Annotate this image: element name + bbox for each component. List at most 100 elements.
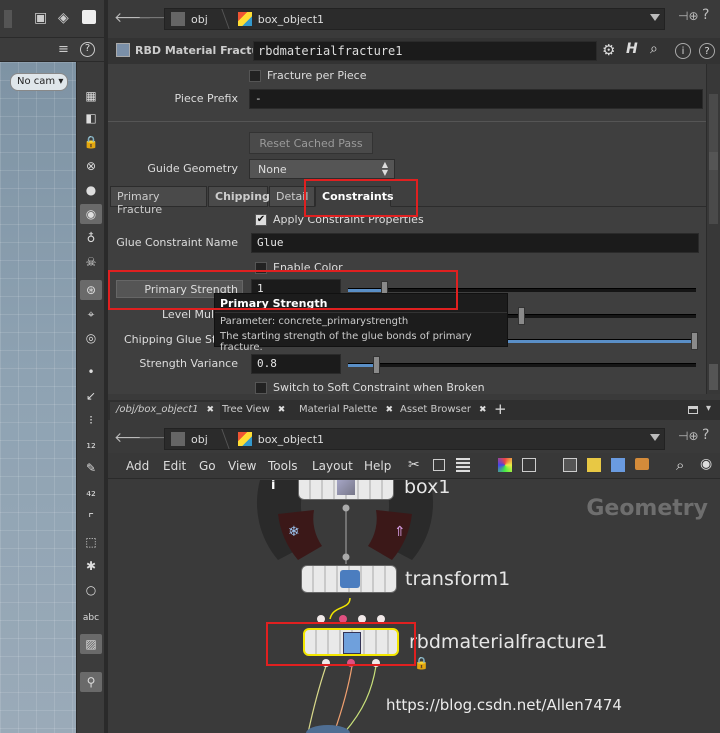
xray-icon[interactable]: ⊗ [80,156,102,176]
light-icon[interactable]: ◉ [80,204,102,224]
menu-tools[interactable]: Tools [268,459,298,473]
strength-variance-field[interactable]: 0.8 [251,354,341,374]
tab-primary-fracture[interactable]: Primary Fracture [110,186,207,216]
vector-icon[interactable]: ✱ [80,556,102,576]
menu-help[interactable]: Help [364,459,391,473]
number-icon[interactable]: ₁₂ [80,434,102,454]
text-icon[interactable]: abc [80,608,102,628]
snap-icon[interactable]: ⌖ [80,304,102,324]
point-icon[interactable]: ⁝ [80,410,102,430]
brush-icon[interactable]: ✎ [80,458,102,478]
search-icon[interactable]: ⌕ [650,41,658,57]
table-icon[interactable] [522,458,536,472]
menu-layout[interactable]: Layout [312,459,353,473]
bbox-icon[interactable]: ⬚ [80,532,102,552]
help-h-icon[interactable]: H [626,41,638,57]
menu-icon[interactable]: ≡ [58,42,69,57]
image-icon[interactable]: ▨ [80,634,102,654]
node-type-icon [116,43,130,57]
ghost-icon[interactable]: ◧ [80,108,102,128]
node-box1[interactable] [298,480,394,500]
node-label-transform1[interactable]: transform1 [405,568,510,590]
info-icon[interactable]: i [675,43,691,59]
help-icon[interactable]: ? [702,427,709,443]
network-path-bar[interactable]: obj box_object1 [164,428,665,450]
camera-icon[interactable]: ⊛ [80,280,102,300]
viewport-toolbar: ▣ ◈ [0,0,108,38]
tools-icon[interactable]: ✂ [408,457,420,473]
list-icon[interactable] [456,458,470,472]
reset-cached-pass-button[interactable]: Reset Cached Pass [249,132,373,154]
sticky-note-icon[interactable] [587,458,601,472]
tab-chipping[interactable]: Chipping [208,186,270,207]
pin-icon[interactable]: ⚲ [80,672,102,692]
shading-icon[interactable]: ● [80,180,102,200]
bypass-icon[interactable]: ⇑ [394,524,406,540]
apply-constraint-checkbox[interactable]: ✔ [255,214,267,226]
tab-network[interactable]: /obj/box_object1 ✖ [110,402,221,420]
info-icon[interactable]: i [271,480,275,493]
freeze-icon[interactable]: ❄ [288,524,300,540]
param-scrollbar[interactable] [706,64,720,394]
normal-icon[interactable]: ↙ [80,386,102,406]
chevron-down-icon[interactable] [650,434,660,441]
add-tab-icon[interactable]: + [494,400,507,418]
uv-icon[interactable]: ⌜ [80,508,102,528]
wire-icon[interactable]: ◎ [80,328,102,348]
menu-add[interactable]: Add [126,459,149,473]
help-icon[interactable]: ? [80,42,95,57]
pin-icon[interactable]: ⊣⊕ [678,429,699,443]
pin-icon[interactable]: ⊣⊕ [678,9,699,23]
gear-icon[interactable]: ⚙ [602,41,615,59]
fracture-per-piece-checkbox[interactable] [249,70,261,82]
chipping-glue-slider[interactable] [508,332,698,350]
glue-name-field[interactable]: Glue [251,233,699,253]
prim-number-icon[interactable]: ₄₂ [80,482,102,502]
skull-icon[interactable]: ☠ [80,252,102,272]
menu-view[interactable]: View [228,459,256,473]
node-name-field[interactable]: rbdmaterialfracture1 [253,41,597,61]
guide-geometry-select[interactable]: None ▲ ▼ [249,159,395,179]
node-label-box1[interactable]: box1 [404,480,450,498]
circle-icon[interactable]: ○ [80,580,102,600]
lock-icon[interactable]: 🔒 [414,656,429,670]
chevron-down-icon[interactable] [650,14,660,21]
display-icon[interactable]: ▦ [80,86,102,106]
viewport[interactable]: No cam ▾ [0,62,76,733]
tab-tree-view[interactable]: Tree View ✖ [216,402,291,420]
network-box-icon[interactable] [563,458,577,472]
eye-icon[interactable]: ◉ [700,456,712,472]
tab-asset-browser[interactable]: Asset Browser ✖ [394,402,493,420]
soft-constraint-checkbox[interactable] [255,382,267,394]
pane-menu-icon[interactable]: ▾ [706,403,711,414]
camera-dropdown[interactable]: No cam ▾ [10,73,68,91]
tab-material-palette[interactable]: Material Palette ✖ [293,402,399,420]
level-mult-slider[interactable] [508,307,696,325]
search-icon[interactable]: ⌕ [676,456,684,474]
image-icon[interactable] [611,458,625,472]
dot-icon[interactable] [635,458,649,470]
dot-icon[interactable]: • [80,362,102,382]
maximize-icon[interactable] [688,406,698,414]
path-object[interactable]: box_object1 [232,429,334,449]
palette-icon[interactable] [498,458,512,472]
strength-variance-slider[interactable] [348,356,696,374]
path-object[interactable]: box_object1 [232,9,334,29]
menu-edit[interactable]: Edit [163,459,186,473]
bulb-icon[interactable]: ♁ [80,228,102,248]
scene-icon[interactable]: ◈ [58,10,69,26]
node-transform1[interactable] [301,565,397,593]
path-bar[interactable]: obj box_object1 [164,8,665,30]
help-icon[interactable]: ? [699,43,715,59]
node-label-rbdmaterialfracture1[interactable]: rbdmaterialfracture1 [409,631,608,653]
help-icon[interactable]: ? [702,7,709,23]
fullscreen-icon[interactable] [82,10,96,24]
lock-icon[interactable]: 🔒 [80,132,102,152]
grid-icon[interactable] [433,459,445,471]
path-root[interactable]: obj [165,9,218,29]
cube-icon[interactable]: ▣ [34,10,47,26]
path-root[interactable]: obj [165,429,218,449]
piece-prefix-field[interactable]: - [249,89,703,109]
menu-go[interactable]: Go [199,459,216,473]
close-icon: ✖ [479,405,487,415]
